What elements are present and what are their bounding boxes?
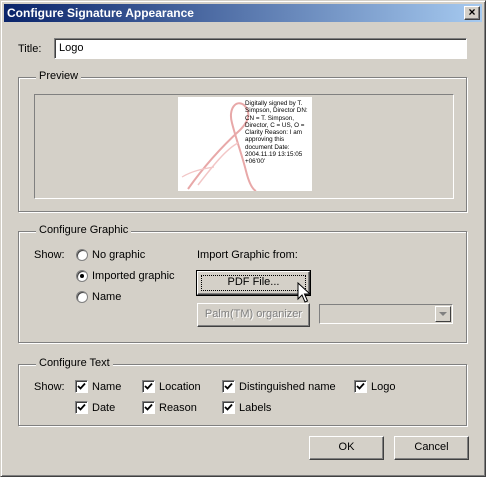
pdf-file-button[interactable]: PDF File...: [196, 270, 311, 296]
window-title: Configure Signature Appearance: [7, 6, 194, 20]
mouse-pointer-icon: [297, 282, 311, 303]
checkbox-location-label[interactable]: Location: [159, 381, 201, 393]
dialog-window: Configure Signature Appearance × Title: …: [0, 0, 486, 477]
checkbox-name[interactable]: [75, 380, 88, 393]
configure-graphic-title: Configure Graphic: [36, 224, 132, 236]
title-input[interactable]: Logo: [54, 38, 467, 59]
signature-text: Digitally signed by T. Simpson, Director…: [245, 100, 308, 166]
checkbox-date-label[interactable]: Date: [92, 402, 115, 414]
checkmark-icon: [356, 382, 365, 390]
checkbox-distinguished-name-label[interactable]: Distinguished name: [239, 381, 336, 393]
palm-organizer-select[interactable]: [319, 304, 453, 324]
chevron-down-icon[interactable]: [435, 306, 451, 322]
cancel-button-label: Cancel: [414, 441, 449, 453]
palm-organizer-button[interactable]: Palm(TM) organizer: [197, 303, 310, 327]
checkmark-icon: [224, 403, 233, 411]
preview-area: Digitally signed by T. Simpson, Director…: [34, 94, 454, 199]
title-input-value: Logo: [59, 42, 84, 54]
ok-button-label: OK: [338, 441, 355, 453]
radio-name-label[interactable]: Name: [92, 291, 121, 303]
checkmark-icon: [144, 403, 153, 411]
checkmark-icon: [144, 382, 153, 390]
checkbox-reason-label[interactable]: Reason: [159, 402, 197, 414]
text-show-label: Show:: [34, 381, 65, 393]
signature-preview: Digitally signed by T. Simpson, Director…: [178, 97, 312, 191]
radio-name[interactable]: [76, 291, 88, 303]
graphic-show-label: Show:: [34, 249, 65, 261]
configure-text-group: Configure Text: [18, 357, 467, 426]
checkbox-location[interactable]: [142, 380, 155, 393]
pdf-file-button-label: PDF File...: [227, 276, 280, 288]
configure-text-title: Configure Text: [36, 357, 113, 369]
checkbox-logo-label[interactable]: Logo: [371, 381, 395, 393]
checkmark-icon: [224, 382, 233, 390]
checkbox-distinguished-name[interactable]: [222, 380, 235, 393]
close-button[interactable]: ×: [464, 6, 480, 20]
import-graphic-label: Import Graphic from:: [197, 249, 298, 261]
checkbox-logo[interactable]: [354, 380, 367, 393]
close-icon: ×: [468, 5, 476, 19]
title-bar[interactable]: Configure Signature Appearance ×: [4, 4, 482, 22]
radio-no-graphic-label[interactable]: No graphic: [92, 249, 145, 261]
radio-no-graphic[interactable]: [76, 249, 88, 261]
title-label: Title:: [18, 43, 42, 55]
checkmark-icon: [77, 403, 86, 411]
checkbox-labels-label[interactable]: Labels: [239, 402, 271, 414]
checkbox-date[interactable]: [75, 401, 88, 414]
cancel-button[interactable]: Cancel: [394, 436, 469, 460]
checkmark-icon: [77, 382, 86, 390]
checkbox-labels[interactable]: [222, 401, 235, 414]
preview-group-title: Preview: [36, 70, 82, 82]
radio-imported-graphic[interactable]: [76, 270, 88, 282]
checkbox-name-label[interactable]: Name: [92, 381, 121, 393]
ok-button[interactable]: OK: [309, 436, 384, 460]
palm-organizer-button-label: Palm(TM) organizer: [204, 308, 303, 320]
radio-imported-graphic-label[interactable]: Imported graphic: [92, 270, 175, 282]
checkbox-reason[interactable]: [142, 401, 155, 414]
